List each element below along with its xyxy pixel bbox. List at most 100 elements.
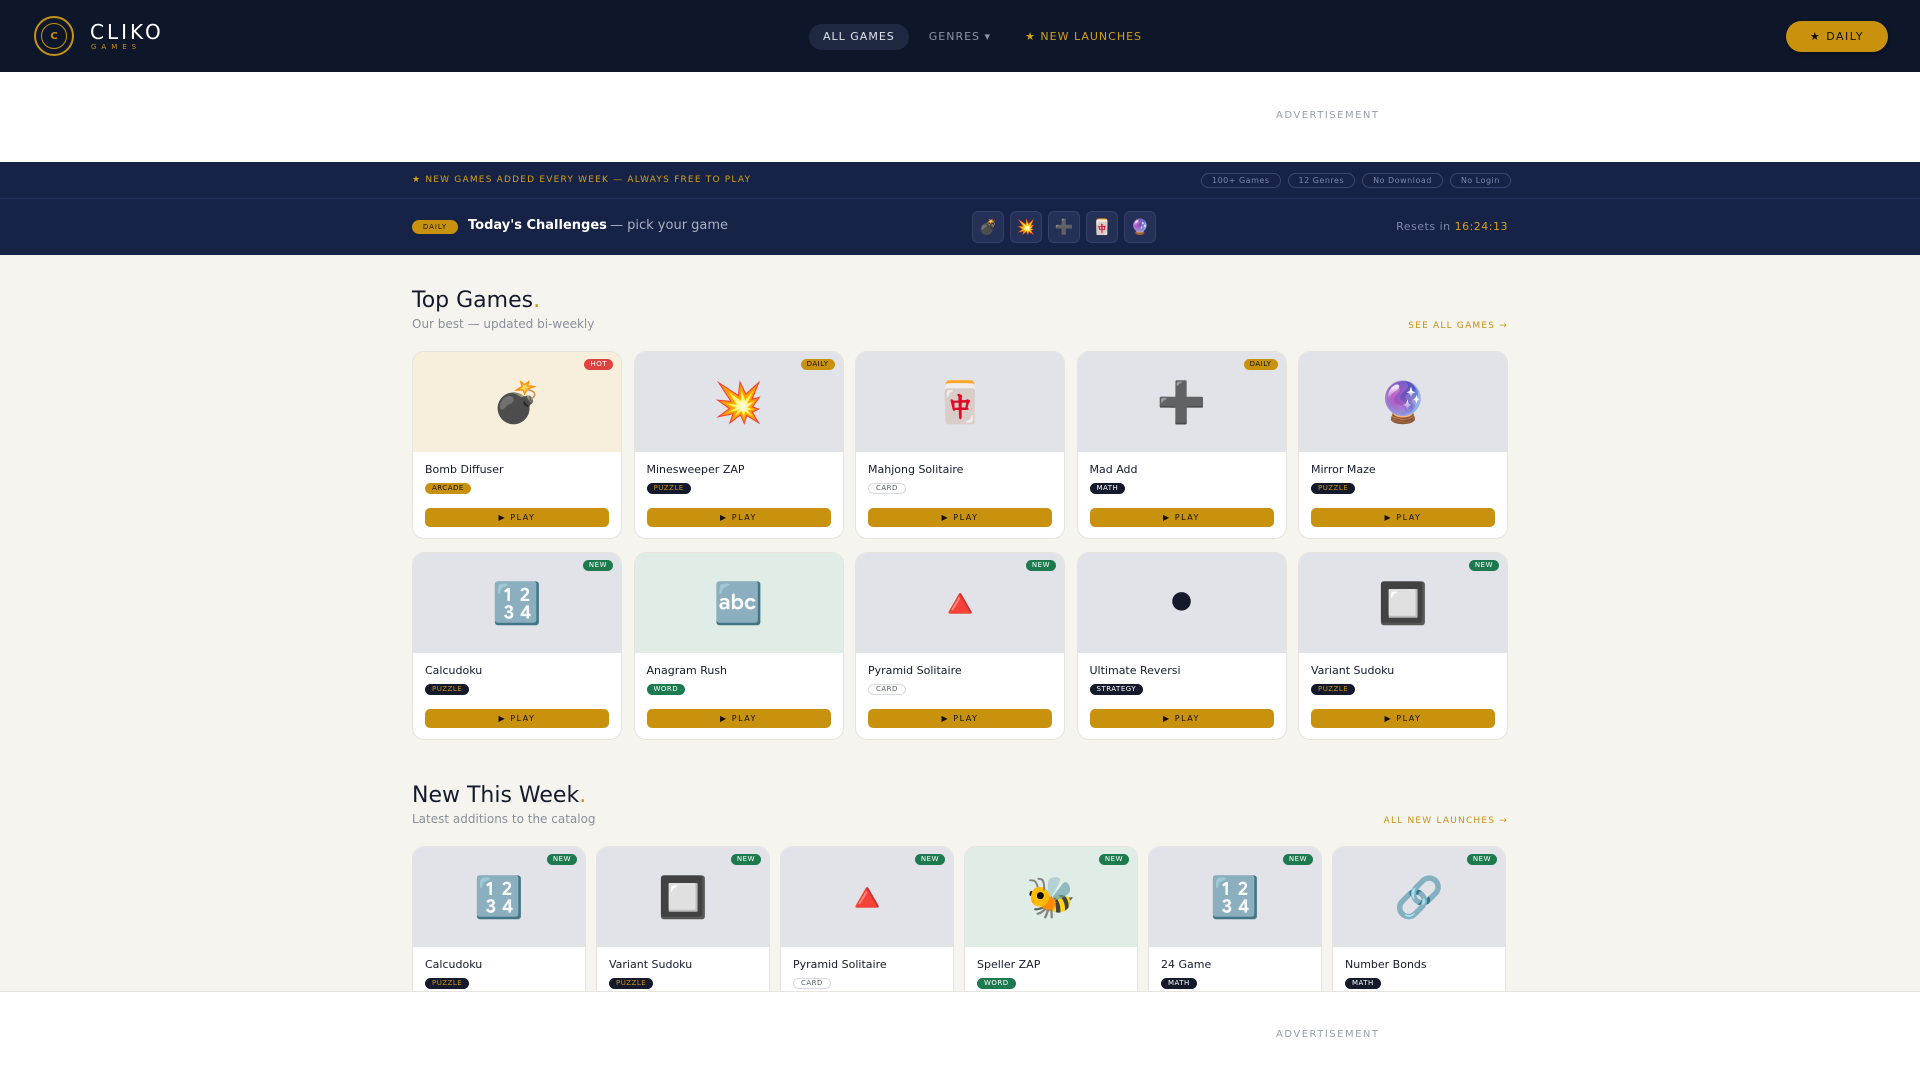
status-badge: DAILY xyxy=(1243,359,1278,370)
banner-text: ★ NEW GAMES ADDED EVERY WEEK — ALWAYS FR… xyxy=(412,175,752,185)
game-name[interactable]: Anagram Rush xyxy=(647,664,728,677)
feature-chip: 100+ Games xyxy=(1201,173,1281,188)
status-badge: NEW xyxy=(582,560,613,571)
game-card-variant-sudoku[interactable]: 🔲 NEW Variant Sudoku PUZZLE ▶ PLAY xyxy=(1298,552,1508,740)
genre-tag: WORD xyxy=(646,684,686,695)
feature-chip: 12 Genres xyxy=(1287,173,1356,188)
status-badge: NEW xyxy=(1468,560,1499,571)
game-name[interactable]: Pyramid Solitaire xyxy=(793,958,887,971)
game-name[interactable]: Bomb Diffuser xyxy=(425,463,504,476)
new-this-week-subtitle: Latest additions to the catalog xyxy=(412,812,596,826)
challenges-title: Today's Challenges xyxy=(468,218,607,233)
game-name[interactable]: 24 Game xyxy=(1161,958,1211,971)
daily-pill: DAILY xyxy=(412,220,458,234)
genre-tag: CARD xyxy=(868,483,906,494)
main-nav: ALL GAMES GENRES ▾ ★ NEW LAUNCHES xyxy=(809,24,1162,50)
game-name[interactable]: Mirror Maze xyxy=(1311,463,1376,476)
game-thumbnail-icon[interactable]: ⚫ xyxy=(1077,553,1286,653)
status-badge: NEW xyxy=(1025,560,1056,571)
game-name[interactable]: Variant Sudoku xyxy=(609,958,692,971)
top-games-title: Top Games. xyxy=(412,288,541,313)
nav-all-games[interactable]: ALL GAMES xyxy=(809,24,909,50)
challenges-subtitle: — pick your game xyxy=(610,218,729,233)
game-thumbnail-icon[interactable]: 🔮 xyxy=(1299,352,1507,452)
game-thumbnail-icon[interactable]: 🀄 xyxy=(856,352,1064,452)
crystal-ball-challenge-icon[interactable]: 🔮 xyxy=(1124,211,1156,243)
genre-tag: PUZZLE xyxy=(1311,483,1356,494)
genre-tag: STRATEGY xyxy=(1089,684,1144,695)
game-card-mirror-maze[interactable]: 🔮 Mirror Maze PUZZLE ▶ PLAY xyxy=(1298,351,1508,539)
status-badge: DAILY xyxy=(800,359,835,370)
game-card-mad-add[interactable]: ➕ DAILY Mad Add MATH ▶ PLAY xyxy=(1076,351,1287,539)
game-thumbnail-icon[interactable]: 🔤 xyxy=(634,553,843,653)
see-all-games-link[interactable]: SEE ALL GAMES → xyxy=(1408,321,1508,331)
explosion-challenge-icon[interactable]: 💥 xyxy=(1010,211,1042,243)
bomb-challenge-icon[interactable]: 💣 xyxy=(972,211,1004,243)
nav-genres-dropdown[interactable]: GENRES ▾ xyxy=(915,24,1005,50)
logo-letter: C xyxy=(41,23,67,49)
status-badge: NEW xyxy=(1098,854,1129,865)
play-button[interactable]: ▶ PLAY xyxy=(1089,709,1274,728)
play-button[interactable]: ▶ PLAY xyxy=(1311,508,1495,527)
genre-tag: WORD xyxy=(977,978,1016,989)
game-name[interactable]: Pyramid Solitaire xyxy=(868,664,962,677)
play-button[interactable]: ▶ PLAY xyxy=(646,508,831,527)
ad-banner-top[interactable]: ADVERTISEMENT xyxy=(0,72,1920,162)
ad-label: ADVERTISEMENT xyxy=(1276,1029,1380,1040)
game-card-mahjong-solitaire[interactable]: 🀄 Mahjong Solitaire CARD ▶ PLAY xyxy=(855,351,1065,539)
play-button[interactable]: ▶ PLAY xyxy=(868,508,1052,527)
play-button[interactable]: ▶ PLAY xyxy=(1311,709,1495,728)
play-button[interactable]: ▶ PLAY xyxy=(1089,508,1274,527)
feature-chip: No Download xyxy=(1362,173,1443,188)
brand-logo-icon[interactable]: C xyxy=(34,16,74,56)
genre-tag: MATH xyxy=(1345,978,1381,989)
play-button[interactable]: ▶ PLAY xyxy=(425,709,609,728)
game-card-minesweeper-zap[interactable]: 💥 DAILY Minesweeper ZAP PUZZLE ▶ PLAY xyxy=(633,351,844,539)
game-name[interactable]: Number Bonds xyxy=(1345,958,1427,971)
game-card-bomb-diffuser[interactable]: 💣 HOT Bomb Diffuser ARCADE ▶ PLAY xyxy=(412,351,622,539)
genre-tag: CARD xyxy=(868,684,906,695)
daily-challenges-bar: DAILY Today's Challenges — pick your gam… xyxy=(0,199,1920,255)
daily-button[interactable]: ★ DAILY xyxy=(1786,21,1888,52)
feature-chip: No Login xyxy=(1449,173,1511,188)
ad-banner-bottom[interactable]: ADVERTISEMENT xyxy=(0,991,1920,1080)
genre-tag: PUZZLE xyxy=(425,978,470,989)
genre-tag: ARCADE xyxy=(425,483,471,494)
status-badge: HOT xyxy=(584,359,613,370)
ad-label: ADVERTISEMENT xyxy=(1276,110,1380,121)
game-card-anagram-rush[interactable]: 🔤 Anagram Rush WORD ▶ PLAY xyxy=(633,552,844,740)
announcement-banner: ★ NEW GAMES ADDED EVERY WEEK — ALWAYS FR… xyxy=(0,162,1920,199)
genre-tag: PUZZLE xyxy=(425,684,470,695)
all-new-launches-link[interactable]: ALL NEW LAUNCHES → xyxy=(1384,816,1508,826)
play-button[interactable]: ▶ PLAY xyxy=(425,508,609,527)
game-name[interactable]: Mad Add xyxy=(1090,463,1138,476)
genre-tag: MATH xyxy=(1161,978,1197,989)
status-badge: NEW xyxy=(1282,854,1313,865)
plus-challenge-icon[interactable]: ➕ xyxy=(1048,211,1080,243)
mahjong-challenge-icon[interactable]: 🀄 xyxy=(1086,211,1118,243)
brand-subtitle: GAMES xyxy=(91,43,142,51)
top-header: C CLIKO GAMES ALL GAMES GENRES ▾ ★ NEW L… xyxy=(0,0,1920,72)
play-button[interactable]: ▶ PLAY xyxy=(646,709,831,728)
game-name[interactable]: Minesweeper ZAP xyxy=(647,463,745,476)
top-games-subtitle: Our best — updated bi-weekly xyxy=(412,317,595,331)
brand-name[interactable]: CLIKO xyxy=(90,20,164,44)
game-name[interactable]: Mahjong Solitaire xyxy=(868,463,963,476)
status-badge: NEW xyxy=(1466,854,1497,865)
game-card-calcudoku[interactable]: 🔢 NEW Calcudoku PUZZLE ▶ PLAY xyxy=(412,552,622,740)
challenge-icons: 💣 💥 ➕ 🀄 🔮 xyxy=(972,211,1162,243)
game-name[interactable]: Calcudoku xyxy=(425,958,482,971)
play-button[interactable]: ▶ PLAY xyxy=(868,709,1052,728)
game-name[interactable]: Calcudoku xyxy=(425,664,482,677)
status-badge: NEW xyxy=(546,854,577,865)
game-card-ultimate-reversi[interactable]: ⚫ Ultimate Reversi STRATEGY ▶ PLAY xyxy=(1076,552,1287,740)
genre-tag: PUZZLE xyxy=(1311,684,1356,695)
game-name[interactable]: Speller ZAP xyxy=(977,958,1040,971)
nav-new-launches[interactable]: ★ NEW LAUNCHES xyxy=(1011,24,1156,50)
resets-time: 16:24:13 xyxy=(1454,220,1508,233)
game-name[interactable]: Ultimate Reversi xyxy=(1090,664,1181,677)
reset-timer: Resets in 16:24:13 xyxy=(1396,220,1508,233)
game-name[interactable]: Variant Sudoku xyxy=(1311,664,1394,677)
new-this-week-title: New This Week. xyxy=(412,783,587,808)
game-card-pyramid-solitaire[interactable]: 🔺 NEW Pyramid Solitaire CARD ▶ PLAY xyxy=(855,552,1065,740)
